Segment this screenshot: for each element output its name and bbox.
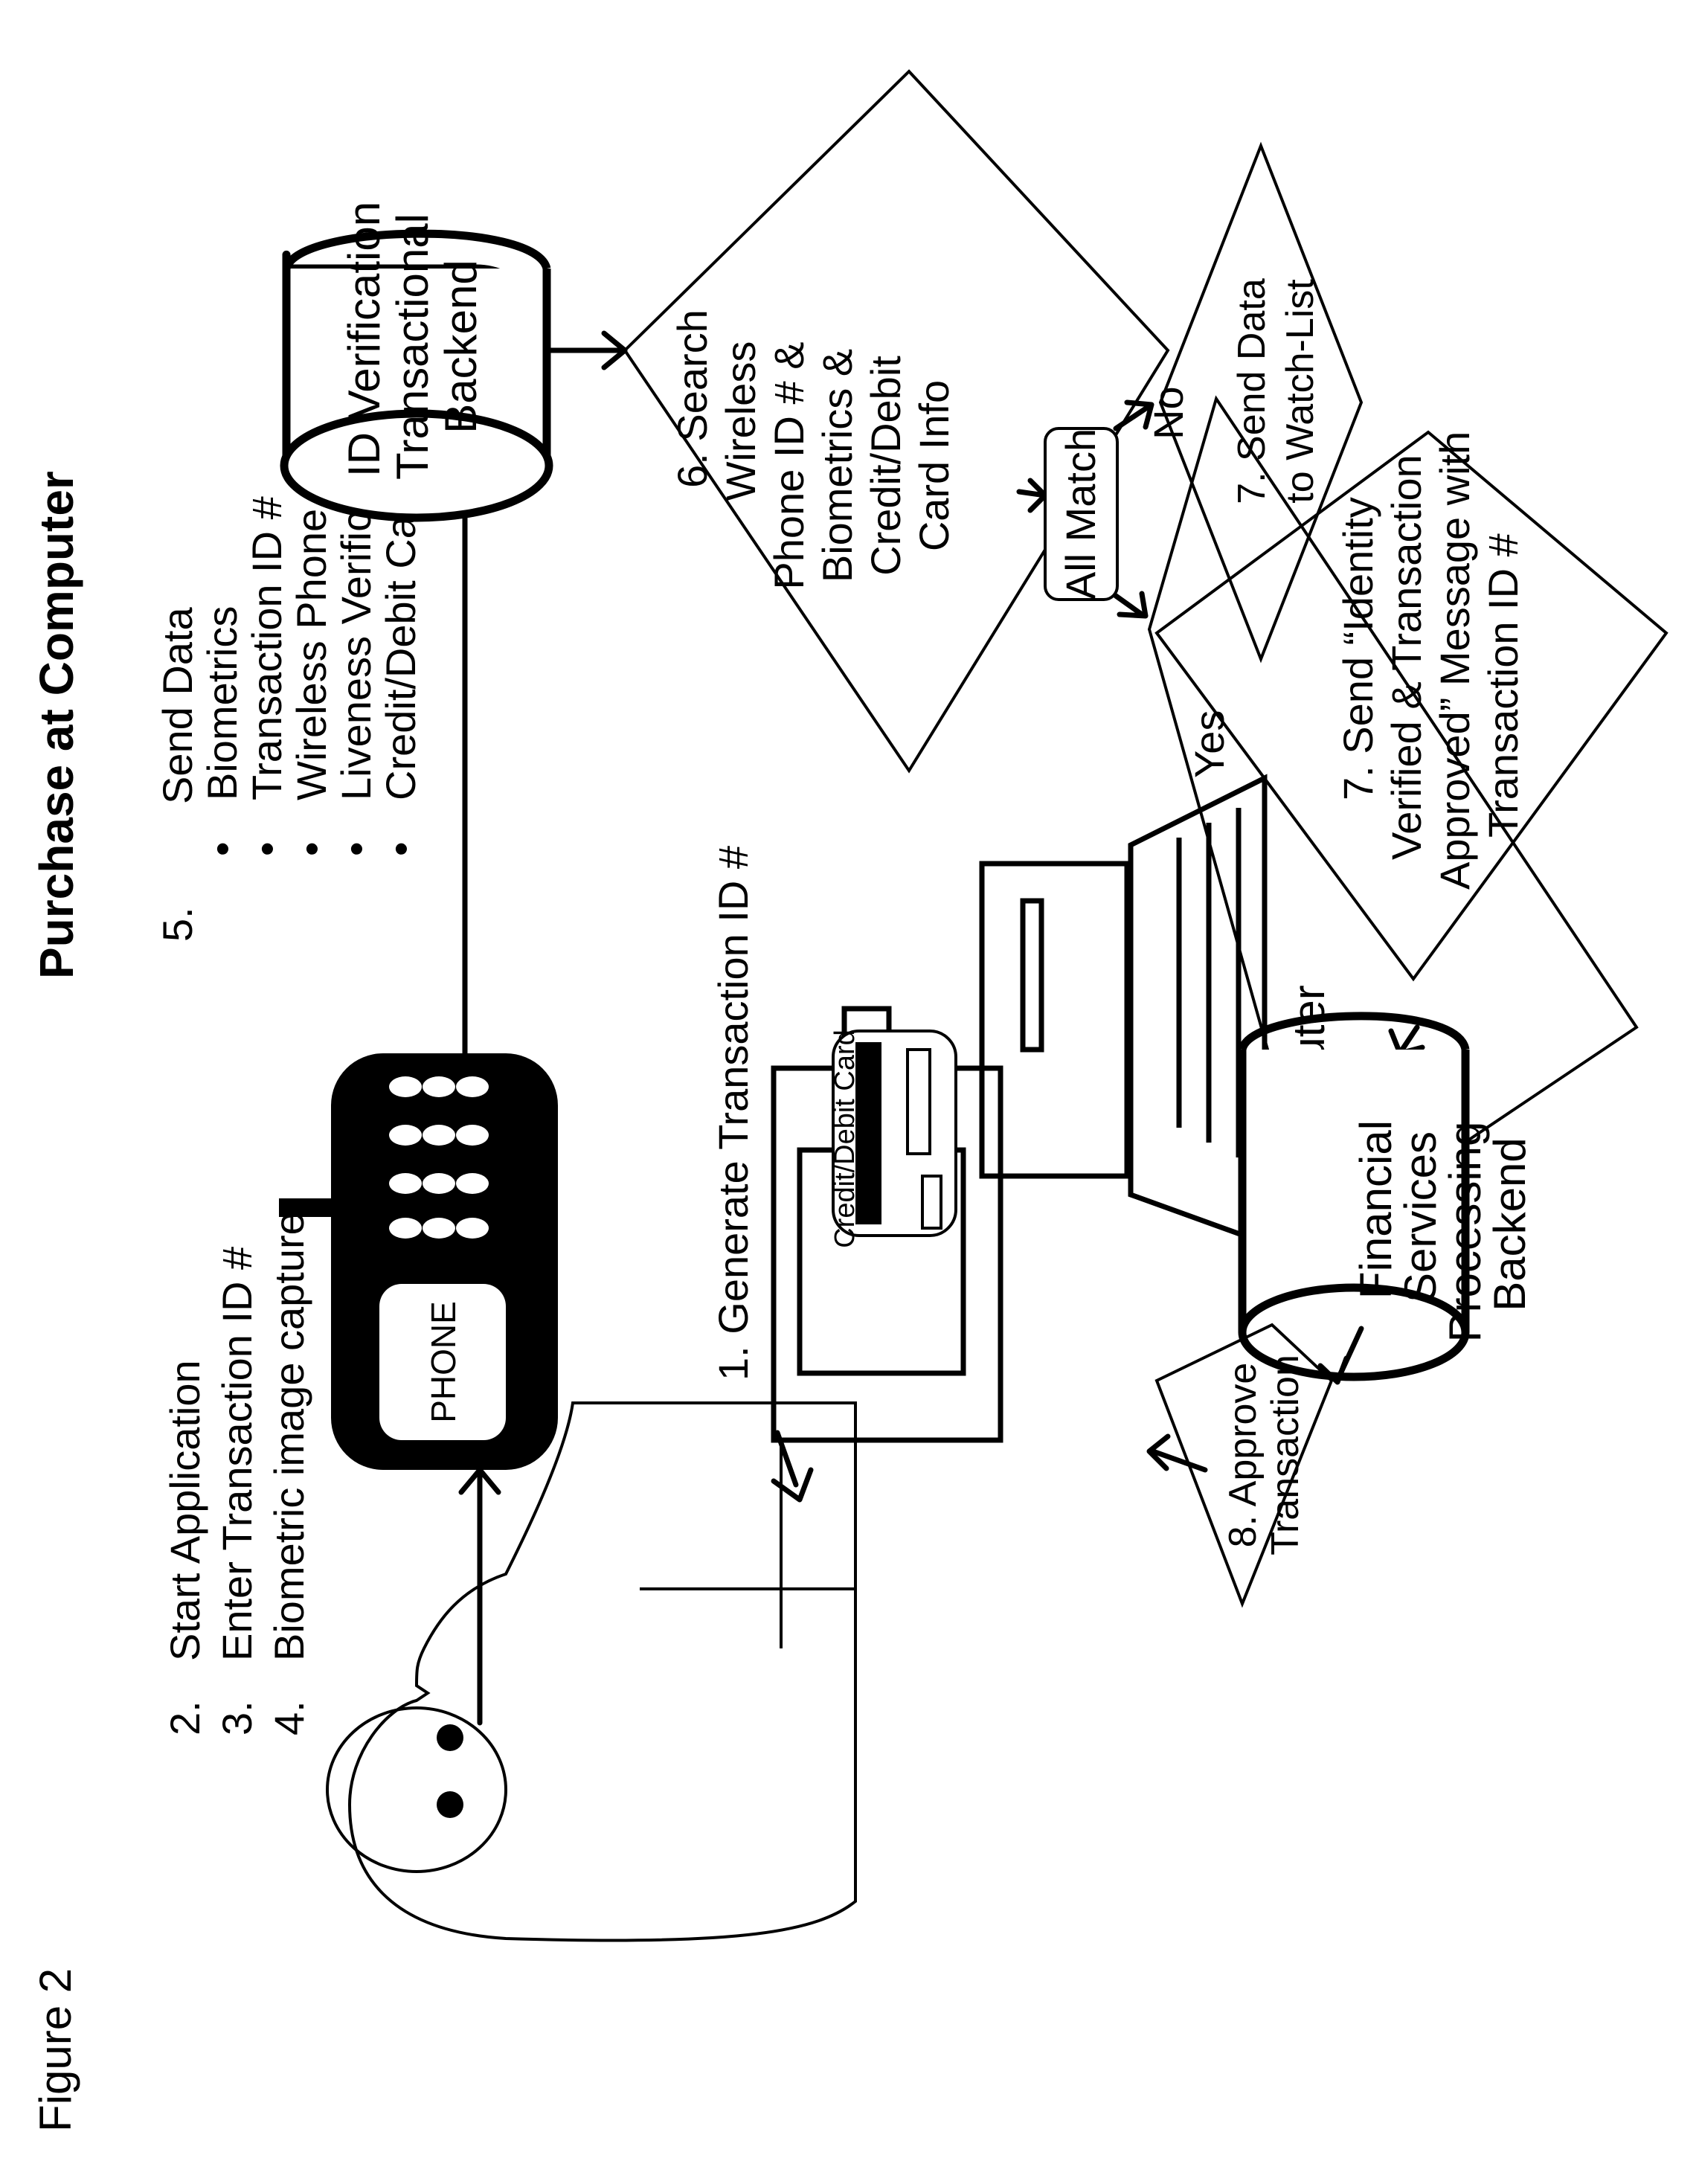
- step-text: Start Application: [161, 1360, 208, 1661]
- card-label: Credit/Debit Card: [829, 1030, 861, 1248]
- search-line: Wireless: [717, 341, 764, 501]
- id-backend-line: Transactional: [388, 213, 437, 480]
- send-data-item: Biometrics: [199, 606, 245, 800]
- approved-line: 7. Send “Identity: [1335, 497, 1381, 800]
- financial-backend-line: Financial: [1351, 1120, 1401, 1299]
- arrow-person-to-phone: [458, 1467, 501, 1726]
- step-text: Biometric image capture: [266, 1212, 312, 1661]
- arrow-approve-to-computer: [1146, 1433, 1208, 1473]
- bullet: •: [243, 841, 290, 856]
- bullet: •: [333, 841, 379, 856]
- search-line: Card Info: [910, 380, 957, 551]
- search-line: Credit/Debit: [862, 356, 909, 576]
- id-backend-line: Backend: [436, 260, 486, 434]
- financial-services-backend: Financial Services Processing Backend: [1238, 1012, 1535, 1381]
- id-verification-backend: ID Verification Transactional Backend: [280, 202, 553, 522]
- approved-line: Approved” Message with: [1431, 431, 1478, 890]
- phone-label: PHONE: [424, 1301, 463, 1423]
- approve-line: 8. Approve: [1221, 1363, 1265, 1548]
- step1-label: 1. Generate Transaction ID #: [710, 846, 757, 1381]
- bullet: •: [377, 841, 424, 856]
- arrow-match-to-approved: [1113, 591, 1149, 619]
- financial-backend-line: Services: [1396, 1131, 1445, 1303]
- send-data-item: Transaction ID #: [243, 496, 290, 800]
- figure-canvas: Figure 2 Purchase at Computer 2. Start A…: [0, 0, 1699, 2184]
- all-match-box: All Match: [1044, 427, 1119, 601]
- approved-line: Verified & Transaction: [1383, 455, 1430, 860]
- bullet: •: [288, 841, 335, 856]
- figure-title: Purchase at Computer: [30, 471, 83, 979]
- watchlist-line: to Watch-List: [1279, 279, 1322, 504]
- credit-card-icon: Credit/Debit Card: [829, 1030, 957, 1248]
- approved-line: Transaction ID #: [1480, 533, 1526, 838]
- all-match-label: All Match: [1057, 428, 1104, 600]
- arrow-id-backend-to-search: [547, 330, 628, 370]
- user-steps-list: 2. Start Application 3. Enter Transactio…: [161, 1212, 312, 1735]
- watchlist-line: 7. Send Data: [1230, 278, 1274, 504]
- id-backend-line: ID Verification: [339, 202, 389, 477]
- financial-backend-line: Backend: [1485, 1137, 1535, 1311]
- search-line: Phone ID # &: [765, 341, 812, 589]
- approve-line: Transaction: [1264, 1355, 1307, 1555]
- search-decision: 6. Search Wireless Phone ID # & Biometri…: [623, 69, 1170, 774]
- figure-label: Figure 2: [30, 1968, 80, 2132]
- step-number: 4.: [266, 1700, 312, 1735]
- arrow-search-to-match: [1016, 478, 1048, 513]
- search-line: 6. Search: [669, 309, 716, 488]
- yes-label: Yes: [1186, 710, 1233, 778]
- bullet: •: [199, 841, 245, 856]
- financial-backend-line: Processing: [1440, 1122, 1490, 1343]
- phone-icon: PHONE: [279, 1053, 558, 1470]
- eye-icon: [437, 1791, 463, 1818]
- send-data-heading: Send Data: [154, 607, 201, 804]
- step-text: Enter Transaction ID #: [213, 1247, 260, 1661]
- eye-icon: [437, 1724, 463, 1751]
- step-number: 3.: [213, 1700, 260, 1735]
- arrow-approved-to-financial: [1388, 1024, 1425, 1056]
- step-number: 2.: [161, 1700, 208, 1735]
- search-line: Biometrics &: [814, 349, 861, 582]
- step-number: 5.: [154, 907, 201, 942]
